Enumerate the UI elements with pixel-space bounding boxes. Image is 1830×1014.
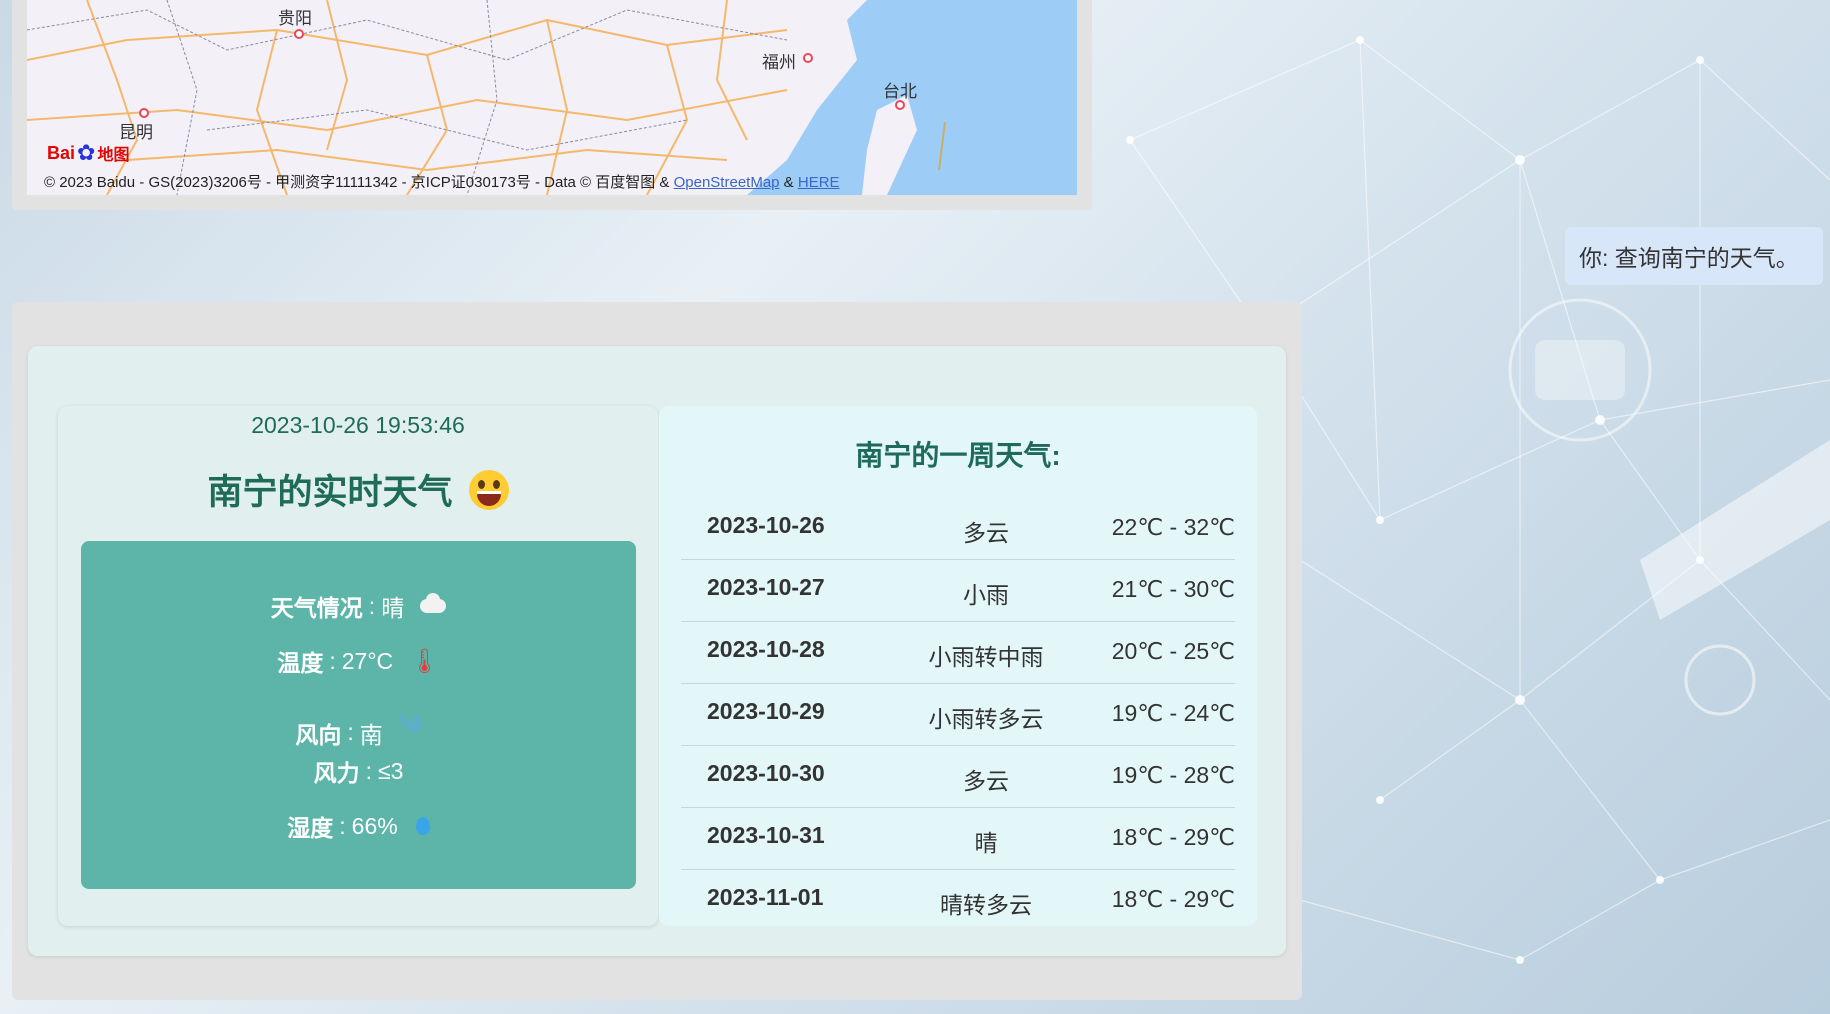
baidu-logo-map: 地图 (97, 147, 130, 164)
row-label: 湿度 (287, 815, 334, 841)
city-marker-fuzhou (803, 53, 813, 63)
table-row: 2023-10-28 小雨转中雨 20℃ - 25℃ (681, 622, 1235, 684)
timestamp: 2023-10-26 19:53:46 (251, 412, 465, 438)
map-card: 贵阳 昆明 福州 台北 Bai ✿ 地图 © 2023 Baidu - GS(2… (12, 0, 1092, 210)
weekly-title: 南宁的一周天气: (855, 440, 1061, 471)
day-temp: 18℃ - 29℃ (1111, 824, 1235, 850)
day-condition: 晴 (974, 830, 998, 856)
realtime-title-text: 南宁的实时天气 (207, 473, 453, 512)
humidity-row: 湿度: 66% (81, 809, 636, 843)
cloud-icon (420, 593, 447, 613)
here-link[interactable]: HERE (798, 174, 840, 191)
row-label: 天气情况 (270, 595, 363, 621)
openstreetmap-link[interactable]: OpenStreetMap (674, 174, 780, 191)
baidu-logo: Bai ✿ 地图 (47, 140, 129, 166)
day-temp: 18℃ - 29℃ (1111, 886, 1235, 912)
day-temp: 19℃ - 28℃ (1111, 762, 1235, 788)
day-condition: 小雨转多云 (928, 706, 1044, 732)
table-row: 2023-10-27 小雨 21℃ - 30℃ (681, 560, 1235, 622)
row-value: 晴 (381, 595, 405, 621)
day-condition: 多云 (963, 768, 1009, 794)
realtime-details-box: 天气情况: 晴 温度: 27°C 🌡 风向: 南 ༄ 风力: ≤3 湿度: 6… (81, 541, 636, 889)
baidu-map[interactable]: 贵阳 昆明 福州 台北 Bai ✿ 地图 © 2023 Baidu - GS(2… (27, 0, 1077, 195)
day-condition: 晴转多云 (940, 892, 1032, 918)
droplet-icon (415, 817, 430, 835)
day-date: 2023-10-26 (707, 512, 825, 538)
grinning-face-icon (468, 469, 509, 510)
day-temp: 21℃ - 30℃ (1111, 576, 1235, 602)
day-condition: 小雨 (963, 582, 1009, 608)
city-label-guiyang: 贵阳 (278, 9, 312, 28)
day-date: 2023-11-01 (707, 884, 824, 910)
city-label-fuzhou: 福州 (762, 53, 796, 72)
copyright-amp: & (779, 174, 798, 191)
city-marker-guiyang (294, 29, 304, 39)
realtime-title: 南宁的实时天气 (58, 464, 658, 515)
day-date: 2023-10-30 (707, 760, 825, 786)
row-label: 风向 (295, 721, 342, 748)
weekly-weather-card: 南宁的一周天气: 2023-10-26 多云 22℃ - 32℃ 2023-10… (659, 406, 1257, 926)
table-row: 2023-10-30 多云 19℃ - 28℃ (681, 746, 1235, 808)
thermometer-icon: 🌡 (409, 647, 440, 675)
map-drawing (27, 0, 1077, 195)
weather-panel: 2023-10-26 19:53:46 南宁的实时天气 天气情况: 晴 温度: … (12, 302, 1302, 1000)
realtime-weather-card: 2023-10-26 19:53:46 南宁的实时天气 天气情况: 晴 温度: … (58, 406, 658, 926)
day-temp: 19℃ - 24℃ (1111, 700, 1235, 726)
weather-condition-row: 天气情况: 晴 (81, 589, 636, 623)
row-value: 66% (351, 812, 398, 839)
user-message-bubble: 你: 查询南宁的天气。 (1565, 227, 1823, 285)
baidu-logo-text: Bai (47, 142, 76, 163)
table-row: 2023-10-29 小雨转多云 19℃ - 24℃ (681, 684, 1235, 746)
row-value: 南 (359, 721, 383, 748)
row-label: 温度 (277, 650, 324, 676)
temperature-row: 温度: 27°C 🌡 (81, 644, 636, 678)
day-date: 2023-10-28 (707, 636, 825, 662)
day-condition: 多云 (963, 520, 1009, 546)
table-row: 2023-11-01 晴转多云 18℃ - 29℃ (681, 870, 1235, 932)
map-copyright: © 2023 Baidu - GS(2023)3206号 - 甲测资字11111… (44, 171, 840, 192)
wind-force-row: 风力: ≤3 (81, 754, 636, 788)
table-row: 2023-10-26 多云 22℃ - 32℃ (681, 498, 1235, 560)
day-date: 2023-10-31 (707, 822, 825, 848)
copyright-text: © 2023 Baidu - GS(2023)3206号 - 甲测资字11111… (44, 174, 674, 191)
city-marker-kunming (139, 108, 149, 118)
weather-container: 2023-10-26 19:53:46 南宁的实时天气 天气情况: 晴 温度: … (28, 346, 1286, 956)
city-label-taipei: 台北 (883, 82, 917, 101)
row-value: ≤3 (377, 757, 404, 784)
baidu-paw-icon: ✿ (77, 140, 96, 165)
day-condition: 小雨转中雨 (928, 644, 1044, 670)
row-label: 风力 (313, 760, 360, 786)
day-temp: 22℃ - 32℃ (1111, 514, 1235, 540)
row-value: 27°C (341, 647, 394, 674)
weekly-table: 2023-10-26 多云 22℃ - 32℃ 2023-10-27 小雨 21… (681, 498, 1235, 932)
day-temp: 20℃ - 25℃ (1111, 638, 1235, 664)
table-row: 2023-10-31 晴 18℃ - 29℃ (681, 808, 1235, 870)
day-date: 2023-10-27 (707, 574, 825, 600)
day-date: 2023-10-29 (707, 698, 825, 724)
